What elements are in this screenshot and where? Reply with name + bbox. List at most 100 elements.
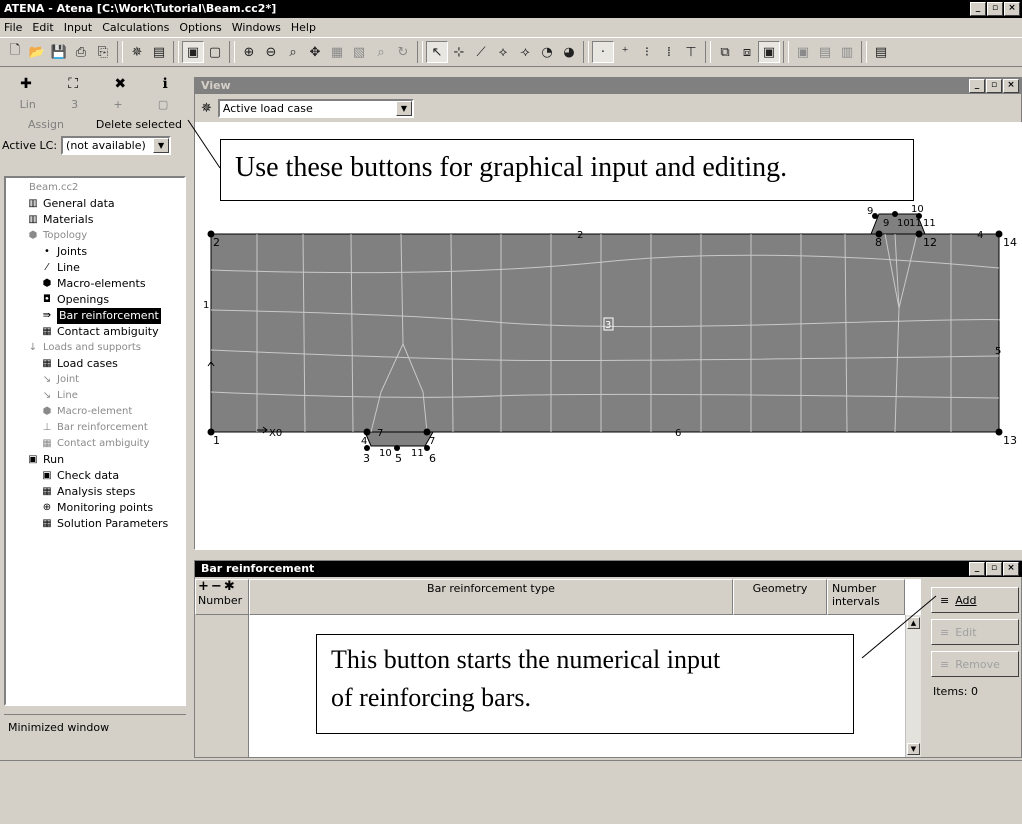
select-region-icon[interactable]: ◔	[536, 41, 558, 63]
rotate-icon[interactable]: ↻	[392, 41, 414, 63]
edit-button[interactable]: ≡ Edit	[931, 619, 1019, 645]
view-fit-icon[interactable]: ▢	[204, 41, 226, 63]
tree-item[interactable]: ⊕ Monitoring points	[8, 500, 184, 516]
tree-item[interactable]: ⬢ Macro-element	[8, 404, 184, 420]
pan-icon[interactable]: ✥	[304, 41, 326, 63]
add-button[interactable]: ≡ Add	[931, 587, 1019, 613]
menu-calculations[interactable]: Calculations	[102, 21, 169, 34]
zoom-out-icon[interactable]: ⊖	[260, 41, 282, 63]
asterisk-icon[interactable]: ✱	[224, 580, 235, 594]
add-icon[interactable]: ✚	[20, 76, 32, 92]
scroll-down-icon[interactable]: ▼	[907, 743, 920, 755]
menu-windows[interactable]: Windows	[232, 21, 281, 34]
delete-selected-button[interactable]: Delete selected	[96, 118, 182, 131]
menu-options[interactable]: Options	[179, 21, 221, 34]
select-line-icon[interactable]: ⟋	[470, 41, 492, 63]
menu-input[interactable]: Input	[64, 21, 92, 34]
chevron-down-icon[interactable]: ▼	[395, 100, 412, 116]
tree-item[interactable]: ▣ Check data	[8, 468, 184, 484]
load-case-combo[interactable]: Active load case ▼	[217, 98, 414, 118]
tree-item[interactable]: Beam.cc2	[8, 180, 184, 196]
new-file-icon[interactable]: 🗋	[4, 41, 26, 63]
view-toggle-icon[interactable]: ▣	[182, 41, 204, 63]
box-icon[interactable]: ▢	[158, 98, 168, 111]
menu-edit[interactable]: Edit	[32, 21, 53, 34]
remove-button[interactable]: ≡ Remove	[931, 651, 1019, 677]
add-point-icon[interactable]: ⁺	[614, 41, 636, 63]
tree-item[interactable]: ↘ Joint	[8, 372, 184, 388]
plus-icon[interactable]: +	[198, 580, 209, 594]
minimized-window[interactable]: Minimized window	[4, 714, 186, 824]
tree-item[interactable]: ⬢ Topology	[8, 228, 184, 244]
tree-item[interactable]: ▦ Solution Parameters	[8, 516, 184, 532]
tree-item[interactable]: ▥ Materials	[8, 212, 184, 228]
chevron-down-icon[interactable]: ▼	[153, 137, 170, 153]
tree-item[interactable]: ↘ Line	[8, 388, 184, 404]
bar-minimize-button[interactable]: _	[969, 562, 985, 576]
menu-help[interactable]: Help	[291, 21, 316, 34]
number-header[interactable]: + − ✱ Number	[195, 579, 249, 615]
delete-icon[interactable]: ✖	[114, 76, 126, 92]
minus-icon[interactable]: −	[211, 580, 222, 594]
select-macro-icon[interactable]: ⟡	[492, 41, 514, 63]
analysis-icon[interactable]: ▤	[148, 41, 170, 63]
add-points-icon[interactable]: ⁝	[636, 41, 658, 63]
save-icon[interactable]: 💾	[48, 41, 70, 63]
tree-item[interactable]: ⊥ Bar reinforcement	[8, 420, 184, 436]
tree-item[interactable]: ⁄ Line	[8, 260, 184, 276]
move-point-icon[interactable]: ⊤	[680, 41, 702, 63]
menu-file[interactable]: File	[4, 21, 22, 34]
open-file-icon[interactable]: 📂	[26, 41, 48, 63]
geometry-header[interactable]: Geometry	[733, 579, 827, 615]
fit-icon[interactable]: ⛶	[68, 76, 78, 92]
copy-icon[interactable]: ⧉	[714, 41, 736, 63]
point-icon[interactable]: ·	[592, 41, 614, 63]
close-button[interactable]: ×	[1004, 2, 1020, 16]
select-joint-icon[interactable]: ⊹	[448, 41, 470, 63]
option3-icon[interactable]: ▥	[836, 41, 858, 63]
select-pointer-icon[interactable]: ↖	[426, 41, 448, 63]
add-points2-icon[interactable]: ⁞	[658, 41, 680, 63]
tree-item[interactable]: • Joints	[8, 244, 184, 260]
bar-maximize-button[interactable]: ▫	[986, 562, 1002, 576]
tree-item[interactable]: ▥ General data	[8, 196, 184, 212]
maximize-button[interactable]: ▫	[987, 2, 1003, 16]
view-close-button[interactable]: ×	[1003, 79, 1019, 93]
tree-item[interactable]: ▦ Contact ambiguity	[8, 324, 184, 340]
print-icon[interactable]: ⎙	[70, 41, 92, 63]
info-icon[interactable]: ℹ	[162, 76, 167, 92]
tree-item[interactable]: ⬢ Macro-elements	[8, 276, 184, 292]
view-all-icon[interactable]: ▦	[326, 41, 348, 63]
plus-selector[interactable]: +	[113, 98, 122, 111]
mesh-generate-icon[interactable]: ✵	[126, 41, 148, 63]
zoom-prev-icon[interactable]: ⌕	[370, 41, 392, 63]
active-lc-combo[interactable]: (not available) ▼	[61, 135, 172, 155]
tree-item[interactable]: ▣ Run	[8, 452, 184, 468]
tree-item[interactable]: ⇛ Bar reinforcement	[8, 308, 184, 324]
tree-item[interactable]: ▦ Analysis steps	[8, 484, 184, 500]
select-region2-icon[interactable]: ◕	[558, 41, 580, 63]
bar-close-button[interactable]: ×	[1003, 562, 1019, 576]
tree-item[interactable]: ▦ Contact ambiguity	[8, 436, 184, 452]
count-selector[interactable]: 3	[71, 98, 78, 111]
minimize-button[interactable]: _	[970, 2, 986, 16]
zoom-window-icon[interactable]: ⌕	[282, 41, 304, 63]
calculator-icon[interactable]: ▤	[870, 41, 892, 63]
option1-icon[interactable]: ▣	[792, 41, 814, 63]
option2-icon[interactable]: ▤	[814, 41, 836, 63]
type-header[interactable]: Bar reinforcement type	[249, 579, 733, 615]
tree-item[interactable]: ↓ Loads and supports	[8, 340, 184, 356]
paste-icon[interactable]: ⧈	[736, 41, 758, 63]
print-preview-icon[interactable]: ⎘	[92, 41, 114, 63]
view-maximize-button[interactable]: ▫	[986, 79, 1002, 93]
zoom-in-icon[interactable]: ⊕	[238, 41, 260, 63]
assign-button[interactable]: Assign	[28, 118, 64, 131]
tree-item[interactable]: ▦ Load cases	[8, 356, 184, 372]
select-opening-icon[interactable]: ⟢	[514, 41, 536, 63]
window-icon[interactable]: ▣	[758, 41, 780, 63]
line-type-selector[interactable]: Lin	[20, 98, 36, 111]
load-case-icon[interactable]: ✵	[201, 101, 212, 116]
view-region-icon[interactable]: ▧	[348, 41, 370, 63]
view-minimize-button[interactable]: _	[969, 79, 985, 93]
tree-item[interactable]: ◘ Openings	[8, 292, 184, 308]
